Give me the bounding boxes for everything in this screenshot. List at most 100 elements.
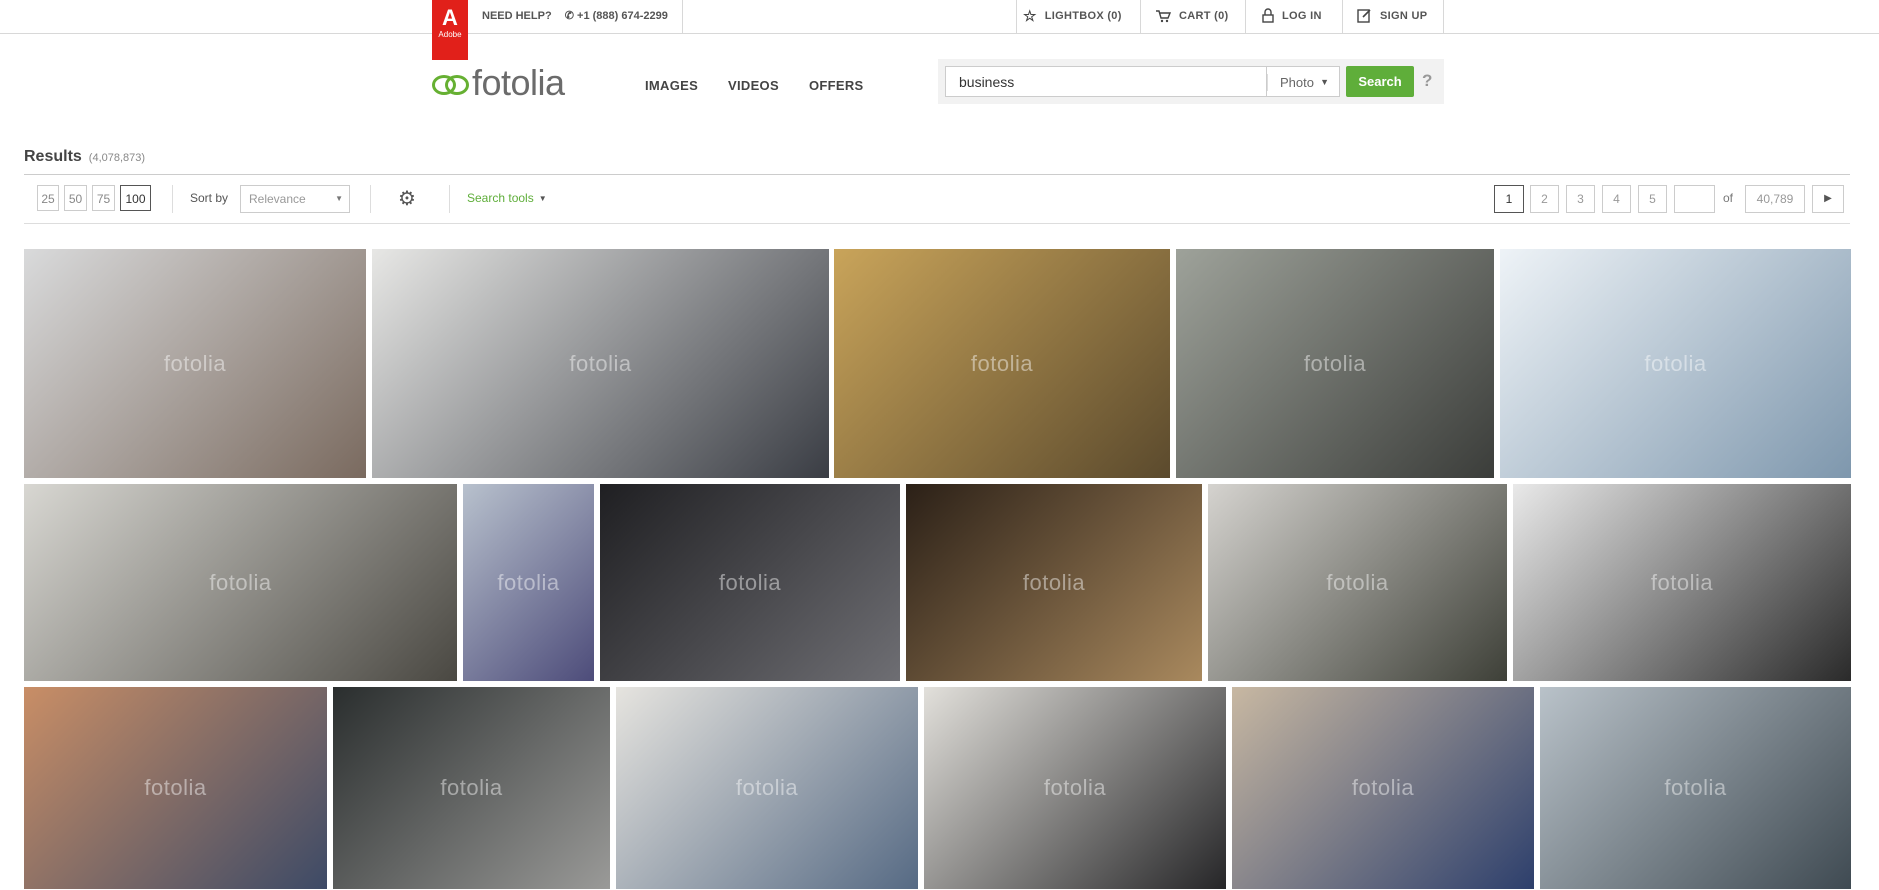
divider xyxy=(1342,0,1343,33)
sort-value: Relevance xyxy=(249,192,306,206)
adobe-text: Adobe xyxy=(438,30,462,39)
image-businessman-money-rain[interactable]: fotolia xyxy=(1176,249,1494,478)
cart-label: CART (0) xyxy=(1179,10,1229,22)
nav-images[interactable]: IMAGES xyxy=(645,78,698,93)
cart-link[interactable]: CART (0) xyxy=(1155,0,1228,33)
image-woman-night-computer[interactable]: fotolia xyxy=(906,484,1202,681)
divider xyxy=(24,223,1850,224)
search-button[interactable]: Search xyxy=(1346,66,1414,97)
divider xyxy=(682,0,683,33)
per-page-25[interactable]: 25 xyxy=(37,185,59,211)
signup-link[interactable]: SIGN UP xyxy=(1357,0,1427,33)
divider xyxy=(1245,0,1246,33)
image-computer-desk-typing[interactable]: fotolia xyxy=(372,249,829,478)
page-button[interactable]: 4 xyxy=(1602,185,1631,213)
watermark: fotolia xyxy=(497,569,560,595)
star-icon: ☆ xyxy=(1023,8,1037,25)
top-bar: A Adobe NEED HELP? ✆ +1 (888) 674-2299 ☆… xyxy=(0,0,1879,60)
image-hand-globe[interactable]: fotolia xyxy=(1500,249,1851,478)
image-couple-tablet-cafe[interactable]: fotolia xyxy=(1232,687,1534,889)
page-button[interactable]: 2 xyxy=(1530,185,1559,213)
edit-icon xyxy=(1357,0,1372,33)
watermark: fotolia xyxy=(163,350,227,376)
divider xyxy=(1016,0,1017,33)
watermark: fotolia xyxy=(1650,569,1714,595)
watermark: fotolia xyxy=(440,775,503,800)
caret-down-icon: ▼ xyxy=(538,194,547,203)
image-plant-coin-jar[interactable]: fotolia xyxy=(834,249,1170,478)
fotolia-logo[interactable]: fotolia xyxy=(432,62,565,104)
per-page-50[interactable]: 50 xyxy=(64,185,87,211)
watermark: fotolia xyxy=(1022,569,1086,595)
watermark: fotolia xyxy=(569,350,632,376)
page-number-input[interactable] xyxy=(1674,185,1715,213)
divider xyxy=(449,185,450,213)
image-conference-audience[interactable]: fotolia xyxy=(24,484,457,681)
help-label: NEED HELP? xyxy=(482,10,552,22)
results-title: Results xyxy=(24,148,82,165)
phone-number[interactable]: +1 (888) 674-2299 xyxy=(577,10,668,22)
cart-icon xyxy=(1155,0,1172,33)
adobe-glyph: A xyxy=(442,5,458,30)
image-men-office-smiling[interactable]: fotolia xyxy=(616,687,918,889)
divider xyxy=(1443,0,1444,33)
total-pages: 40,789 xyxy=(1745,185,1805,213)
nav-videos[interactable]: VIDEOS xyxy=(728,78,779,93)
watermark: fotolia xyxy=(735,775,799,800)
chevron-down-icon: ▼ xyxy=(1320,77,1329,87)
lightbox-link[interactable]: ☆ LIGHTBOX (0) xyxy=(1023,0,1122,33)
watermark: fotolia xyxy=(144,775,207,800)
search-tools-label: Search tools xyxy=(467,191,534,205)
image-office-meeting-woman[interactable]: fotolia xyxy=(24,249,366,478)
image-presentation-room[interactable]: fotolia xyxy=(1540,687,1851,889)
gear-icon[interactable]: ⚙ xyxy=(398,186,416,211)
brand-name: fotolia xyxy=(472,62,565,103)
watermark: fotolia xyxy=(209,569,272,595)
adobe-logo[interactable]: A Adobe xyxy=(432,0,468,60)
watermark: fotolia xyxy=(1664,775,1727,800)
per-page-100[interactable]: 100 xyxy=(120,185,151,211)
phone-icon: ✆ xyxy=(564,10,574,22)
watermark: fotolia xyxy=(1043,775,1107,800)
search-input[interactable]: business xyxy=(945,66,1267,97)
search-tools-toggle[interactable]: Search tools ▼ xyxy=(467,191,547,205)
signup-label: SIGN UP xyxy=(1380,10,1428,22)
watermark: fotolia xyxy=(970,350,1034,376)
image-business-team-group[interactable]: fotolia xyxy=(924,687,1226,889)
login-label: LOG IN xyxy=(1282,10,1322,22)
next-arrow-icon[interactable]: ▶ xyxy=(1812,185,1844,213)
nav-offers[interactable]: OFFERS xyxy=(809,78,864,93)
per-page-75[interactable]: 75 xyxy=(92,185,115,211)
chevron-down-icon: ▼ xyxy=(335,194,343,203)
media-type-value: Photo xyxy=(1280,75,1314,90)
watermark: fotolia xyxy=(1326,569,1389,595)
page-button[interactable]: 3 xyxy=(1566,185,1595,213)
page-button[interactable]: 1 xyxy=(1494,185,1524,213)
sort-select[interactable]: Relevance ▼ xyxy=(240,185,350,213)
media-type-select[interactable]: Photo ▼ xyxy=(1267,66,1340,97)
lock-icon xyxy=(1262,0,1274,33)
help-contact: NEED HELP? ✆ +1 (888) 674-2299 xyxy=(482,0,668,33)
logo-rings-icon xyxy=(432,75,469,95)
image-team-laptop-laughing[interactable]: fotolia xyxy=(24,687,327,889)
image-man-tablet-apps[interactable]: fotolia xyxy=(600,484,900,681)
search-help-icon[interactable]: ? xyxy=(1422,71,1432,91)
watermark: fotolia xyxy=(718,569,782,595)
image-efficiency-chalkboard[interactable]: fotolia xyxy=(333,687,610,889)
page-button[interactable]: 5 xyxy=(1638,185,1667,213)
watermark: fotolia xyxy=(1351,775,1415,800)
results-heading: Results (4,078,873) xyxy=(24,148,145,166)
image-businessman-newspaper[interactable]: fotolia xyxy=(1208,484,1507,681)
image-empty-office-silhouette[interactable]: fotolia xyxy=(1513,484,1851,681)
results-count: (4,078,873) xyxy=(88,152,146,164)
image-woman-computer-office[interactable]: fotolia xyxy=(463,484,594,681)
lightbox-label: LIGHTBOX (0) xyxy=(1044,10,1122,22)
divider xyxy=(370,185,371,213)
divider xyxy=(172,185,173,213)
of-label: of xyxy=(1723,191,1734,205)
login-link[interactable]: LOG IN xyxy=(1262,0,1322,33)
watermark: fotolia xyxy=(1644,350,1707,376)
divider xyxy=(1140,0,1141,33)
sort-label: Sort by xyxy=(190,191,229,205)
watermark: fotolia xyxy=(1303,350,1367,376)
